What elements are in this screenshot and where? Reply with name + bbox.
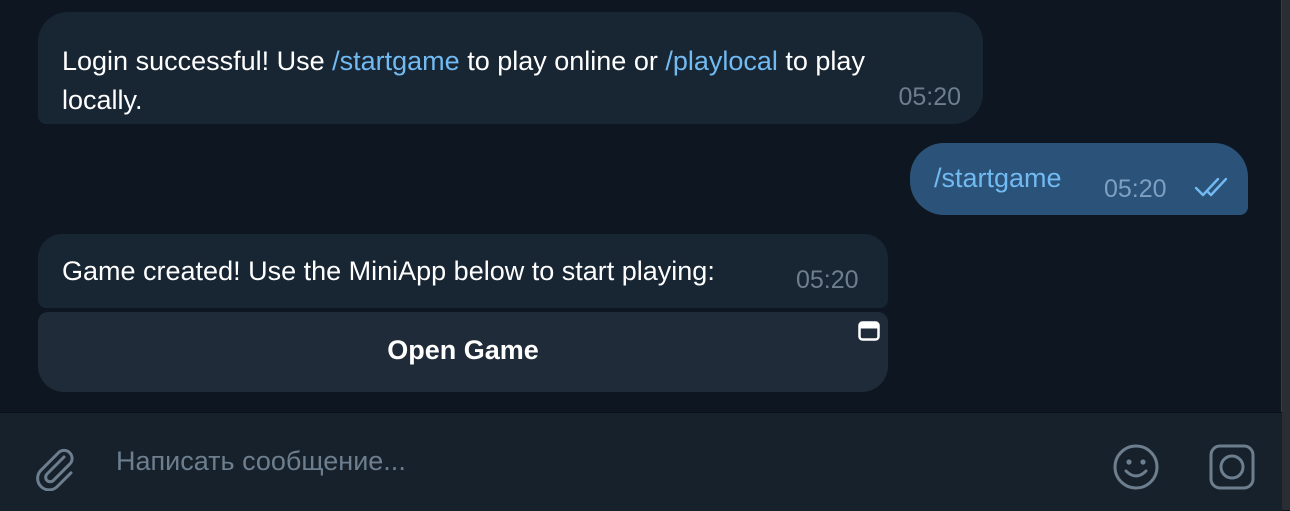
video-message-icon[interactable] [1206,441,1258,498]
message-text: Game created! Use the MiniApp below to s… [62,256,715,286]
message-text-part: to play online or [459,46,666,76]
window-icon [858,321,880,346]
emoji-icon[interactable] [1110,441,1162,498]
playlocal-command-link[interactable]: /playlocal [665,46,778,76]
outgoing-message: /startgame 05:20 [910,143,1248,215]
message-composer [0,412,1282,511]
message-text: /startgame [934,163,1062,193]
window-edge [1281,0,1290,510]
incoming-message: Login successful! Use /startgame to play… [38,12,983,124]
paperclip-icon[interactable] [30,443,78,496]
message-text-part: Login successful! Use [62,46,333,76]
incoming-message: Game created! Use the MiniApp below to s… [38,234,888,308]
message-text: Login successful! Use /startgame to play… [62,42,942,120]
chat-history: Login successful! Use /startgame to play… [0,0,1282,412]
message-input[interactable] [114,445,1078,478]
startgame-command-link[interactable]: /startgame [332,46,460,76]
message-timestamp: 05:20 [898,83,961,111]
read-checkmarks-icon [1194,176,1232,203]
open-game-label: Open Game [387,335,539,365]
message-timestamp: 05:20 [796,266,859,294]
open-game-button[interactable]: Open Game [38,312,888,392]
message-timestamp: 05:20 [1104,175,1167,203]
